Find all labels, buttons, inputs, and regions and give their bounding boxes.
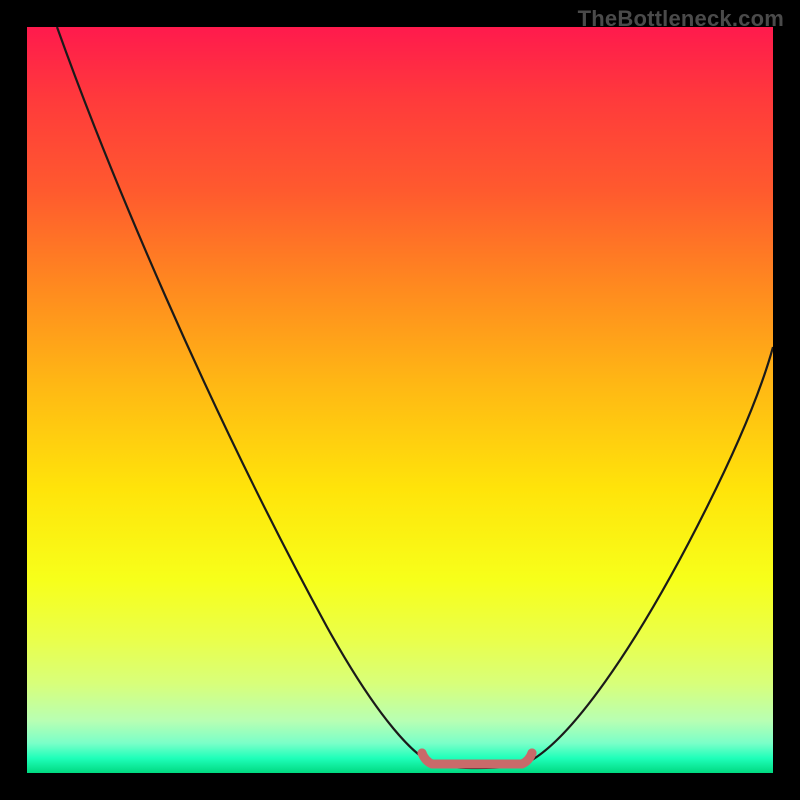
curve-left-branch [57, 27, 439, 765]
valley-marker-dot-left [418, 749, 427, 758]
valley-marker [422, 753, 532, 764]
bottleneck-curve [27, 27, 773, 773]
watermark-text: TheBottleneck.com [578, 6, 784, 32]
curve-right-branch [522, 347, 773, 765]
valley-marker-dot-right [528, 749, 537, 758]
chart-frame: TheBottleneck.com [0, 0, 800, 800]
